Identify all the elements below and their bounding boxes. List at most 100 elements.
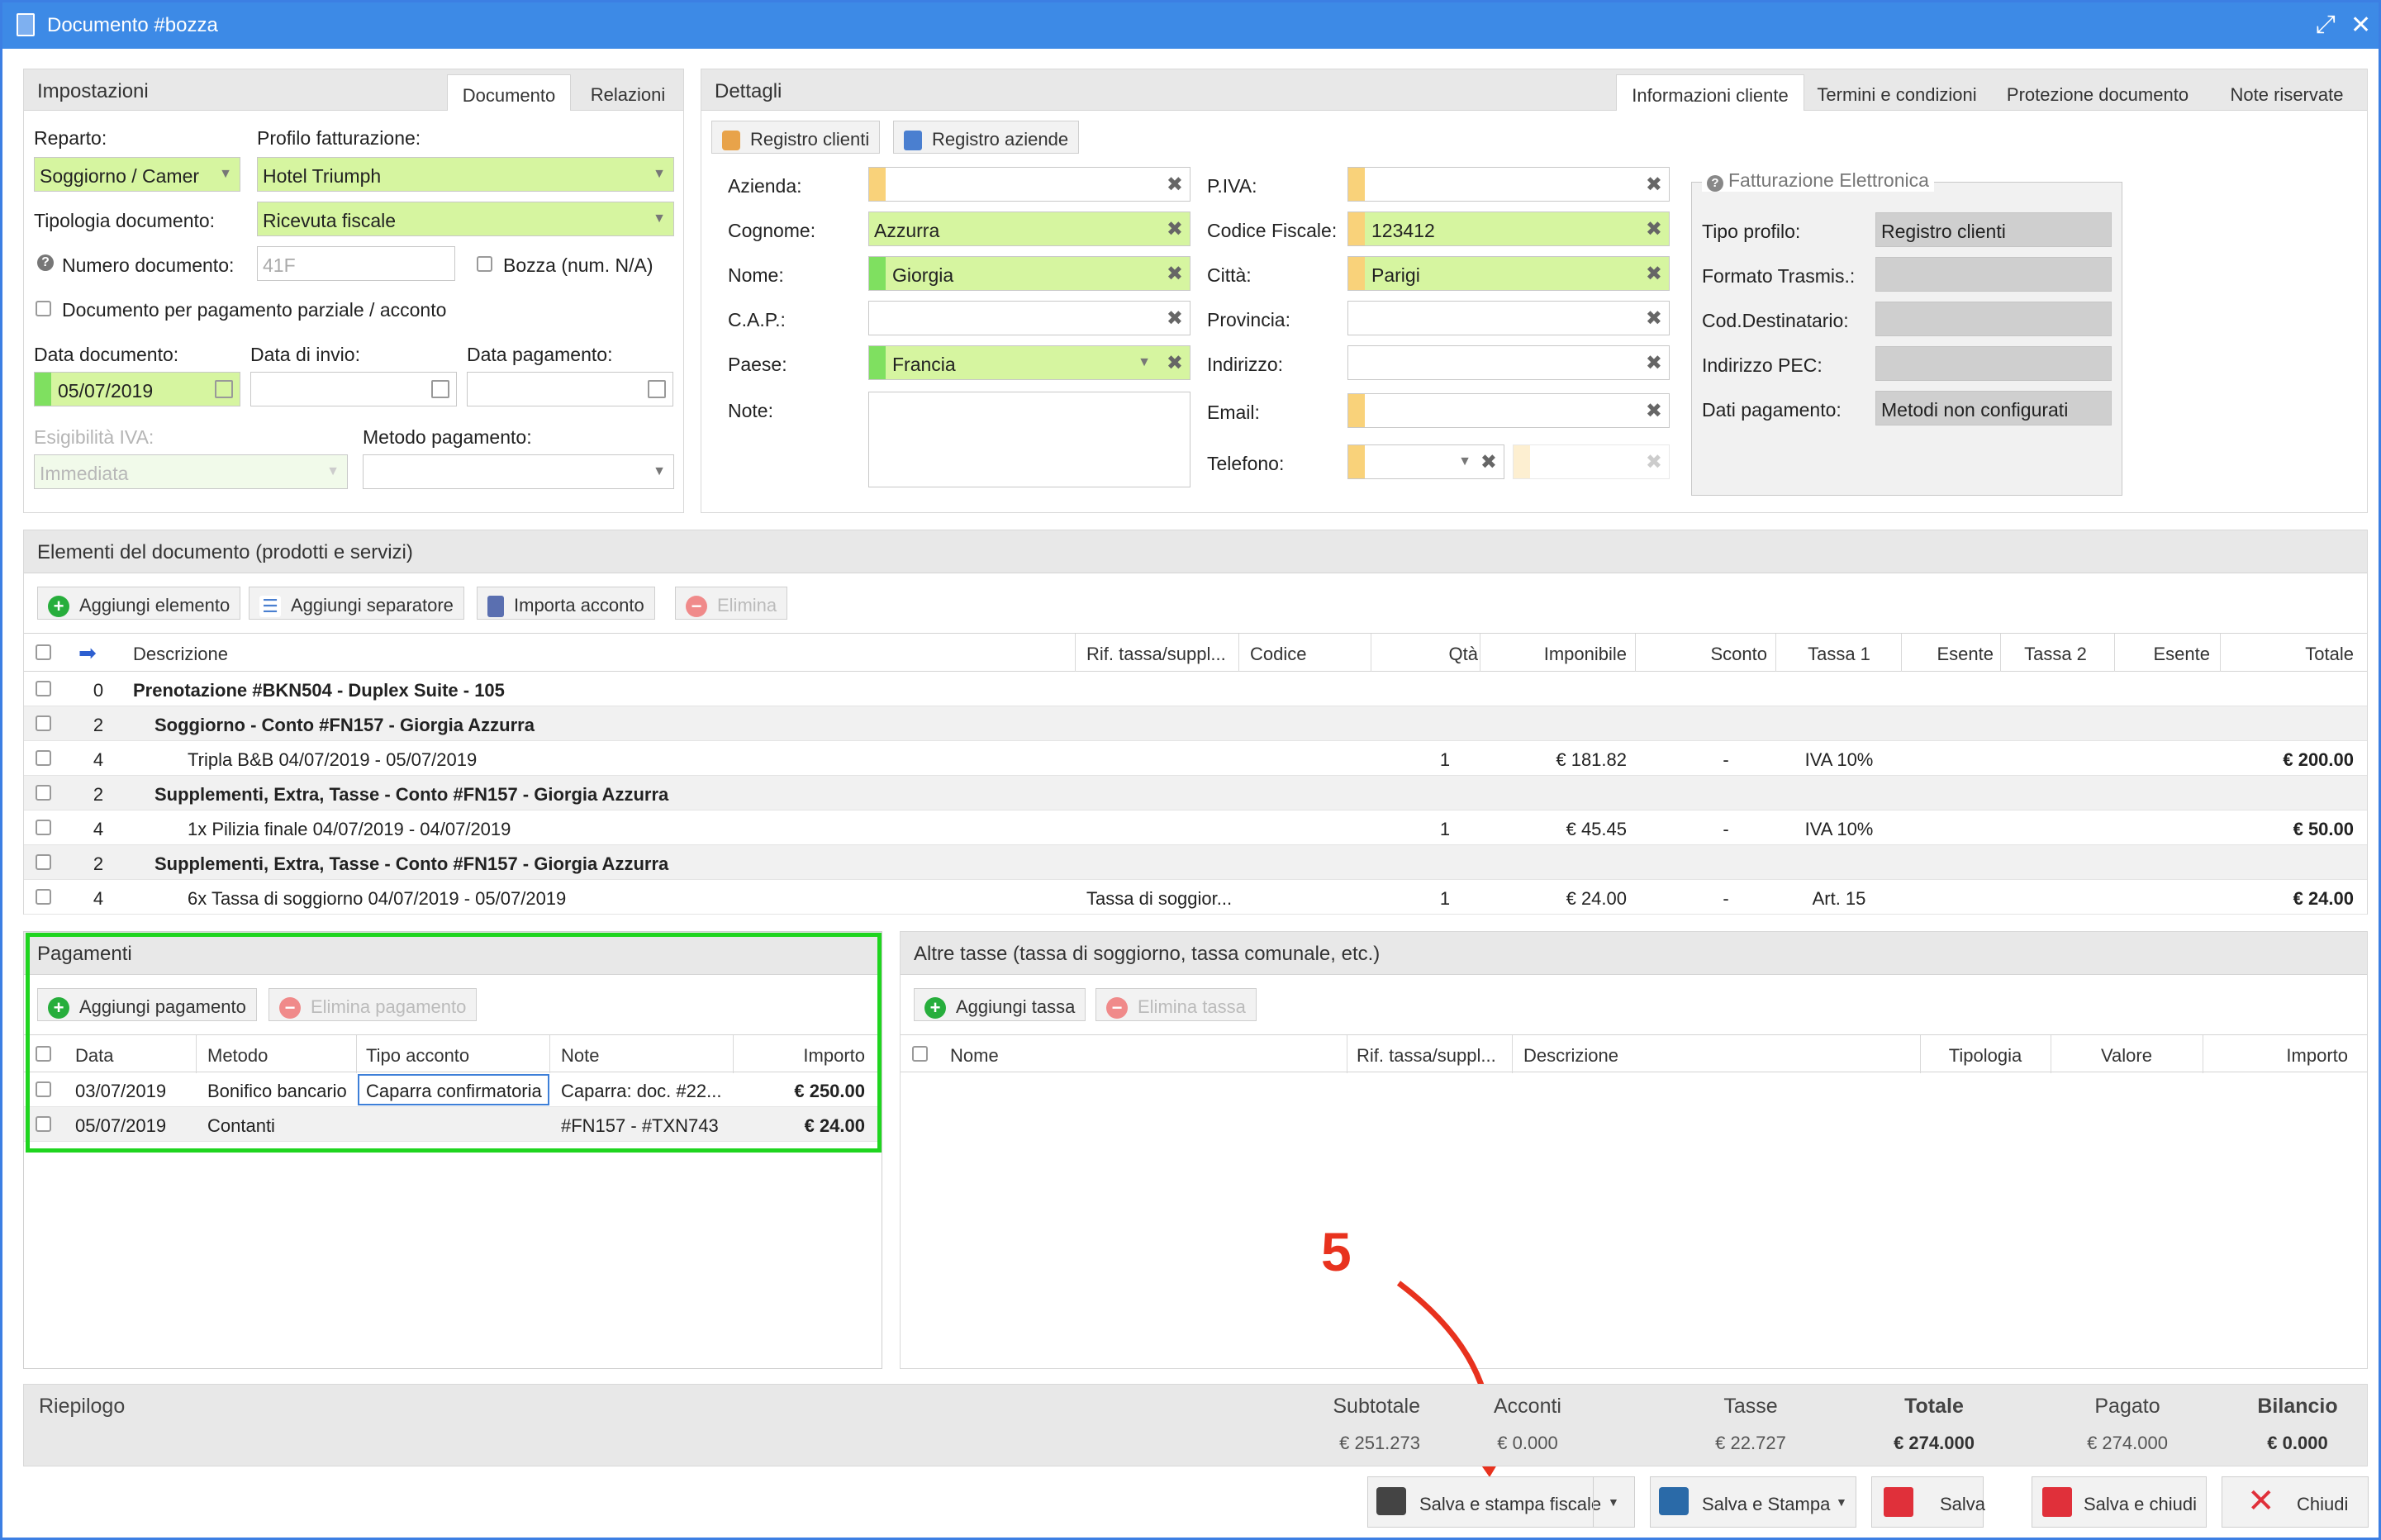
col-descrizione[interactable]: Descrizione (133, 644, 228, 665)
row-checkbox[interactable] (36, 1081, 51, 1097)
select-all-checkbox[interactable] (36, 644, 51, 660)
tab-informazioni-cliente[interactable]: Informazioni cliente (1616, 74, 1804, 111)
table-row[interactable]: 2 Soggiorno - Conto #FN157 - Giorgia Azzu… (24, 706, 2367, 741)
col-importo[interactable]: Importo (734, 1045, 865, 1067)
col-esente2[interactable]: Esente (2114, 644, 2211, 665)
clear-icon[interactable]: ✖ (1646, 262, 1662, 286)
reparto-select[interactable]: Soggiorno / Camer ▼ (34, 157, 240, 192)
col-esente1[interactable]: Esente (1903, 644, 1994, 665)
chiudi-button[interactable]: ✕ Chiudi (2222, 1476, 2369, 1528)
col-tipologia[interactable]: Tipologia (1925, 1045, 2046, 1067)
col-rif[interactable]: Rif. tassa/suppl... (1357, 1045, 1496, 1067)
col-nome[interactable]: Nome (950, 1045, 999, 1067)
col-rif[interactable]: Rif. tassa/suppl... (1086, 644, 1226, 665)
elimina-pagamento-button[interactable]: − Elimina pagamento (269, 988, 478, 1021)
telefono-prefix-select[interactable]: ▼ ✖ (1347, 444, 1504, 479)
aggiungi-separatore-button[interactable]: ☰ Aggiungi separatore (249, 587, 464, 620)
aggiungi-elemento-button[interactable]: + Aggiungi elemento (37, 587, 241, 620)
table-row[interactable]: 2 Supplementi, Extra, Tasse - Conto #FN15… (24, 776, 2367, 810)
salva-stampa-fiscale-button[interactable]: Salva e stampa fiscale ▼ (1367, 1476, 1635, 1528)
aggiungi-tassa-button[interactable]: + Aggiungi tassa (914, 988, 1086, 1021)
close-icon[interactable]: ✕ (2350, 11, 2371, 40)
cap-input[interactable]: ✖ (868, 301, 1190, 335)
row-checkbox[interactable] (36, 1116, 51, 1132)
tab-protezione[interactable]: Protezione documento (1990, 74, 2205, 111)
data-documento-input[interactable]: 05/07/2019 (34, 372, 240, 406)
citta-input[interactable]: Parigi ✖ (1347, 256, 1670, 291)
clear-icon[interactable]: ✖ (1167, 217, 1183, 241)
table-row[interactable]: 4 Tripla B&B 04/07/2019 - 05/07/2019 1 € 18… (24, 741, 2367, 776)
col-data[interactable]: Data (75, 1045, 113, 1067)
email-input[interactable]: ✖ (1347, 393, 1670, 428)
col-codice[interactable]: Codice (1250, 644, 1306, 665)
clear-icon[interactable]: ✖ (1167, 351, 1183, 375)
cognome-input[interactable]: Azzurra ✖ (868, 212, 1190, 246)
note-textarea[interactable] (868, 392, 1190, 487)
col-importo[interactable]: Importo (2204, 1045, 2348, 1067)
table-row[interactable]: 0 Prenotazione #BKN504 - Duplex Suite - 1… (24, 672, 2367, 706)
col-valore[interactable]: Valore (2052, 1045, 2201, 1067)
table-row[interactable]: 05/07/2019 Contanti #FN157 - #TXN743 € 24.0… (24, 1107, 882, 1142)
azienda-input[interactable]: ✖ (868, 167, 1190, 202)
select-all-checkbox[interactable] (36, 1046, 51, 1062)
clear-icon[interactable]: ✖ (1167, 307, 1183, 330)
parziale-checkbox[interactable] (36, 301, 51, 316)
row-checkbox[interactable] (36, 715, 51, 731)
row-checkbox[interactable] (36, 785, 51, 801)
data-pagamento-input[interactable] (467, 372, 673, 406)
maximize-icon[interactable]: ⤢ (2316, 11, 2336, 39)
col-tassa2[interactable]: Tassa 2 (2002, 644, 2109, 665)
registro-aziende-button[interactable]: Registro aziende (893, 121, 1080, 154)
row-checkbox[interactable] (36, 750, 51, 766)
table-row[interactable]: 4 6x Tassa di soggiorno 04/07/2019 - 05/0… (24, 880, 2367, 915)
chevron-down-icon[interactable]: ▼ (1608, 1495, 1619, 1509)
col-tipo-acconto[interactable]: Tipo acconto (366, 1045, 469, 1067)
tab-termini[interactable]: Termini e condizioni (1806, 74, 1988, 111)
clear-icon[interactable]: ✖ (1646, 217, 1662, 241)
salva-e-chiudi-button[interactable]: Salva e chiudi (2032, 1476, 2207, 1528)
tab-relazioni[interactable]: Relazioni (573, 74, 683, 111)
clear-icon[interactable]: ✖ (1480, 450, 1497, 474)
tab-note-riservate[interactable]: Note riservate (2207, 74, 2367, 111)
indirizzo-input[interactable]: ✖ (1347, 345, 1670, 380)
col-imponibile[interactable]: Imponibile (1486, 644, 1627, 665)
table-row[interactable]: 03/07/2019 Bonifico bancario Caparra confi… (24, 1072, 882, 1107)
row-checkbox[interactable] (36, 889, 51, 905)
clear-icon[interactable]: ✖ (1646, 351, 1662, 375)
data-invio-input[interactable] (250, 372, 457, 406)
calendar-icon[interactable] (431, 380, 449, 398)
chevron-down-icon[interactable]: ▼ (1836, 1495, 1847, 1509)
elimina-tassa-button[interactable]: − Elimina tassa (1095, 988, 1257, 1021)
codice-fiscale-input[interactable]: 123412 ✖ (1347, 212, 1670, 246)
calendar-icon[interactable] (648, 380, 666, 398)
col-tassa1[interactable]: Tassa 1 (1785, 644, 1893, 665)
aggiungi-pagamento-button[interactable]: + Aggiungi pagamento (37, 988, 257, 1021)
salva-e-stampa-button[interactable]: Salva e Stampa ▼ (1650, 1476, 1856, 1528)
clear-icon[interactable]: ✖ (1167, 173, 1183, 197)
provincia-input[interactable]: ✖ (1347, 301, 1670, 335)
col-note[interactable]: Note (561, 1045, 599, 1067)
calendar-icon[interactable] (215, 380, 233, 398)
row-checkbox[interactable] (36, 681, 51, 696)
col-qta[interactable]: Qtà (1412, 644, 1478, 665)
table-row[interactable]: 2 Supplementi, Extra, Tasse - Conto #FN15… (24, 845, 2367, 880)
telefono-input[interactable]: ✖ (1513, 444, 1670, 479)
col-descrizione[interactable]: Descrizione (1523, 1045, 1618, 1067)
select-all-checkbox[interactable] (912, 1046, 928, 1062)
paese-select[interactable]: Francia ▼ ✖ (868, 345, 1190, 380)
tab-documento[interactable]: Documento (447, 74, 571, 111)
table-row[interactable]: 4 1x Pilizia finale 04/07/2019 - 04/07/20… (24, 810, 2367, 845)
tipologia-select[interactable]: Ricevuta fiscale ▼ (257, 202, 674, 236)
row-checkbox[interactable] (36, 820, 51, 835)
profilo-select[interactable]: Hotel Triumph ▼ (257, 157, 674, 192)
salva-button[interactable]: Salva (1871, 1476, 1985, 1528)
bozza-checkbox[interactable] (477, 256, 492, 272)
tipo-acconto-editor[interactable]: Caparra confirmatoria (358, 1074, 549, 1105)
nome-input[interactable]: Giorgia ✖ (868, 256, 1190, 291)
registro-clienti-button[interactable]: Registro clienti (711, 121, 881, 154)
clear-icon[interactable]: ✖ (1167, 262, 1183, 286)
metodo-select[interactable]: ▼ (363, 454, 674, 489)
help-icon[interactable]: ? (37, 254, 54, 271)
clear-icon[interactable]: ✖ (1646, 399, 1662, 423)
col-sconto[interactable]: Sconto (1643, 644, 1768, 665)
